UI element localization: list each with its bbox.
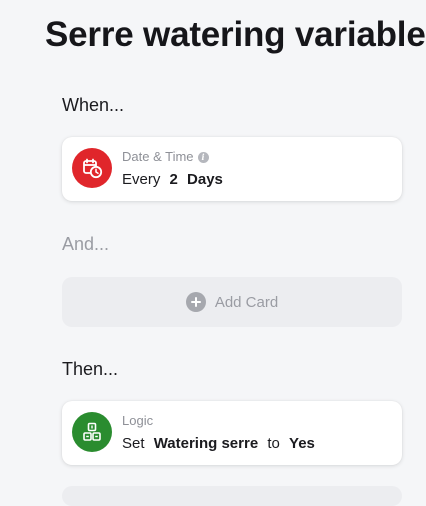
card-arg-unit[interactable]: Days (187, 171, 223, 188)
card-title-text: Logic (122, 413, 154, 428)
card-arg-value[interactable]: Yes (289, 435, 315, 452)
plus-circle-icon (185, 292, 206, 312)
card-token-set: Set (122, 435, 145, 452)
card-title: Logic (122, 413, 153, 429)
page-title: Serre watering variable (45, 15, 426, 54)
logic-blocks-icon (72, 412, 112, 452)
when-date-time-card[interactable]: Date & Time i Every 2 Days (62, 137, 402, 201)
card-title: Date & Time i (122, 149, 209, 165)
info-icon[interactable]: i (197, 151, 209, 163)
add-card-label: Add Card (214, 293, 279, 311)
calendar-clock-icon (72, 148, 112, 188)
and-heading: And... (62, 234, 110, 254)
add-card-button[interactable]: Add Card (62, 277, 402, 327)
card-arg-interval[interactable]: 2 (170, 171, 178, 188)
card-arg-variable[interactable]: Watering serre (154, 435, 258, 452)
card-title-text: Date & Time (122, 149, 194, 164)
then-heading: Then... (62, 359, 119, 379)
card-token-every: Every (122, 171, 161, 188)
card-body: Every 2 Days (122, 170, 228, 190)
then-logic-card[interactable]: Logic Set Watering serre to Yes (62, 401, 402, 465)
card-body: Set Watering serre to Yes (122, 434, 320, 454)
next-card-placeholder[interactable] (62, 486, 402, 506)
card-token-to: to (267, 435, 280, 452)
when-heading: When... (62, 95, 125, 115)
